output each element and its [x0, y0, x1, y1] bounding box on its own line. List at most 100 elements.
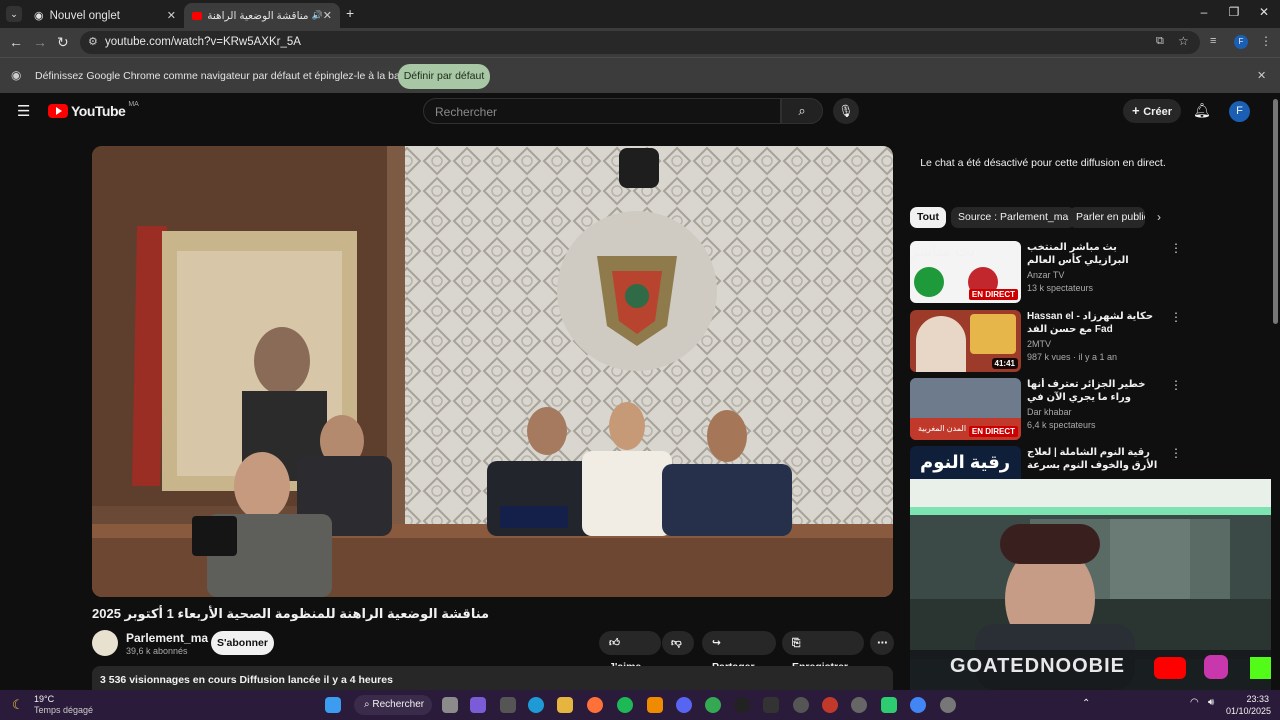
more-actions-button[interactable]: ⋯: [870, 631, 894, 655]
back-icon[interactable]: ←: [9, 34, 23, 50]
share-icon: ↪: [712, 637, 721, 649]
more-options-icon[interactable]: ⋮: [1170, 241, 1182, 255]
forward-icon[interactable]: →: [33, 34, 47, 50]
more-options-icon[interactable]: ⋮: [1170, 378, 1182, 392]
tab-new-tab[interactable]: ◉ Nouvel onglet ✕: [26, 3, 184, 28]
recommendation-item[interactable]: رقية النوم رقية النوم الشاملة | لعلاج ال…: [910, 446, 1180, 479]
tray-chevron-icon[interactable]: ⌃: [1082, 698, 1090, 709]
thumb-caption: رقية النوم: [920, 452, 1011, 472]
settings-icon[interactable]: [940, 697, 956, 713]
site-info-icon[interactable]: ⚙: [88, 35, 98, 48]
chevron-right-icon[interactable]: ›: [1157, 210, 1161, 224]
bookmark-star-icon[interactable]: ☆: [1178, 34, 1189, 48]
app-icon[interactable]: [763, 697, 779, 713]
firefox-icon[interactable]: [587, 697, 603, 713]
restore-icon[interactable]: ❐: [1220, 5, 1248, 19]
address-bar[interactable]: ⚙ youtube.com/watch?v=KRw5AXKr_5A ⧉ ☆: [80, 31, 1200, 54]
close-tab-icon[interactable]: ✕: [323, 9, 332, 22]
rec-channel: 2MTV: [1027, 339, 1052, 349]
edge-icon[interactable]: [528, 697, 544, 713]
wifi-icon[interactable]: ◠: [1190, 697, 1199, 708]
more-options-icon[interactable]: ⋮: [1170, 446, 1180, 460]
recommendation-item[interactable]: المدن المغربية EN DIRECT خطير الجزائر تع…: [910, 378, 1182, 440]
rec-title: Hassan el - حكاية لشهرزاد مع حسن الفد Fa…: [1027, 311, 1154, 335]
recommendation-item[interactable]: 41:41 Hassan el - حكاية لشهرزاد مع حسن ا…: [910, 310, 1182, 372]
page-scrollbar[interactable]: [1271, 93, 1280, 690]
chrome-menu-icon[interactable]: ⋮: [1260, 34, 1272, 48]
rec-title: خطير الجزائر تعترف أنها وراء ما يجري الآ…: [1027, 379, 1146, 403]
views-line: 3 536 visionnages en cours Diffusion lan…: [100, 674, 393, 686]
notifications-bell-icon[interactable]: 🔔︎: [1193, 102, 1211, 119]
infobar-close-icon[interactable]: ✕: [1257, 69, 1266, 82]
xbox-icon[interactable]: [793, 697, 809, 713]
vlc-icon[interactable]: [647, 697, 663, 713]
rec-title: بث مباشر المنتخب البرازيلي كأس العالم ال…: [1027, 242, 1129, 266]
save-button[interactable]: ⎘ Enregistrer: [782, 631, 864, 673]
video-player[interactable]: [92, 146, 893, 597]
reading-list-icon[interactable]: ≡: [1210, 35, 1216, 47]
share-button[interactable]: ↪ Partager: [702, 631, 776, 673]
video-thumbnail: رقية النوم: [910, 446, 1021, 479]
search-bar: Rechercher ⌕: [423, 98, 823, 124]
profile-icon[interactable]: F: [1234, 35, 1248, 49]
scrollbar-thumb[interactable]: [1273, 99, 1278, 324]
channel-name[interactable]: Parlement_ma: [126, 631, 208, 645]
clock-time[interactable]: 23:33: [1245, 694, 1269, 704]
recommendation-item[interactable]: بث مباشر EN DIRECT بث مباشر المنتخب البر…: [910, 241, 1182, 303]
weather-temp: 19°C: [34, 694, 55, 704]
new-tab-button[interactable]: +: [346, 5, 354, 21]
app-icon[interactable]: [822, 697, 838, 713]
obs-icon[interactable]: [734, 697, 750, 713]
weather-desc: Temps dégagé: [34, 705, 94, 715]
reload-icon[interactable]: ↻: [57, 34, 69, 51]
cast-icon[interactable]: ⧉: [1156, 35, 1164, 48]
youtube-logo[interactable]: YouTube MA: [48, 101, 139, 119]
chrome-taskbar-icon[interactable]: [705, 697, 721, 713]
app-icon[interactable]: [881, 697, 897, 713]
search-button[interactable]: ⌕: [781, 98, 823, 124]
set-default-button[interactable]: Définir par défaut: [398, 64, 490, 89]
hamburger-menu-icon[interactable]: ☰: [17, 102, 30, 120]
subscribe-button[interactable]: S'abonner: [211, 631, 274, 655]
window-close-icon[interactable]: ✕: [1250, 5, 1278, 19]
tab-youtube[interactable]: مناقشة الوضعية الراهنة للمنظ 🔊 ✕: [184, 3, 340, 28]
voice-search-button[interactable]: 🎙: [833, 98, 859, 124]
youtube-play-icon: [48, 104, 68, 118]
weather-icon[interactable]: ☾: [12, 697, 24, 713]
account-avatar[interactable]: F: [1229, 101, 1250, 122]
create-button[interactable]: + Créer: [1123, 99, 1181, 123]
filter-chip-public-speaking[interactable]: Parler en public: [1069, 207, 1145, 228]
file-explorer-icon[interactable]: [557, 697, 573, 713]
discord-icon[interactable]: [676, 697, 692, 713]
channel-avatar[interactable]: [92, 630, 118, 656]
rec-meta: 987 k vues · il y a 1 an: [1027, 352, 1118, 362]
tab-list-dropdown[interactable]: ⌄: [6, 6, 22, 22]
minimize-icon[interactable]: –: [1190, 5, 1218, 19]
close-tab-icon[interactable]: ✕: [167, 9, 176, 22]
photos-icon[interactable]: [500, 697, 516, 713]
youtube-favicon-icon: [192, 11, 203, 20]
chrome-taskbar-icon[interactable]: [910, 697, 926, 713]
like-button[interactable]: 👍︎ J'aime: [599, 631, 661, 673]
task-view-icon[interactable]: [442, 697, 458, 713]
dislike-button[interactable]: 👎︎: [662, 631, 694, 655]
rec-meta: 6,4 k spectateurs: [1027, 420, 1096, 430]
windows-start-icon[interactable]: [325, 697, 341, 713]
app-icon[interactable]: [470, 697, 486, 713]
spotify-icon[interactable]: [617, 697, 633, 713]
brazil-flag-icon: [914, 267, 944, 297]
audio-icon[interactable]: 🔊: [312, 10, 323, 21]
thumb-caption: المدن المغربية: [918, 424, 967, 433]
rec-channel: Anzar TV: [1027, 270, 1065, 280]
filter-chip-all[interactable]: Tout: [910, 207, 946, 228]
youtube-header: ☰ YouTube MA Rechercher ⌕ 🎙 + Créer 🔔︎ F: [0, 93, 1270, 129]
description-box[interactable]: 3 536 visionnages en cours Diffusion lan…: [92, 666, 893, 690]
steam-icon[interactable]: [851, 697, 867, 713]
search-input[interactable]: Rechercher: [423, 98, 781, 124]
taskbar-search[interactable]: ⌕ Rechercher: [354, 695, 432, 715]
filter-chip-source[interactable]: Source : Parlement_ma: [951, 207, 1076, 228]
volume-icon[interactable]: 🔊︎: [1208, 697, 1214, 708]
clock-date[interactable]: 01/10/2025: [1226, 706, 1271, 716]
chrome-icon: ◉: [11, 68, 22, 82]
more-options-icon[interactable]: ⋮: [1170, 310, 1182, 324]
